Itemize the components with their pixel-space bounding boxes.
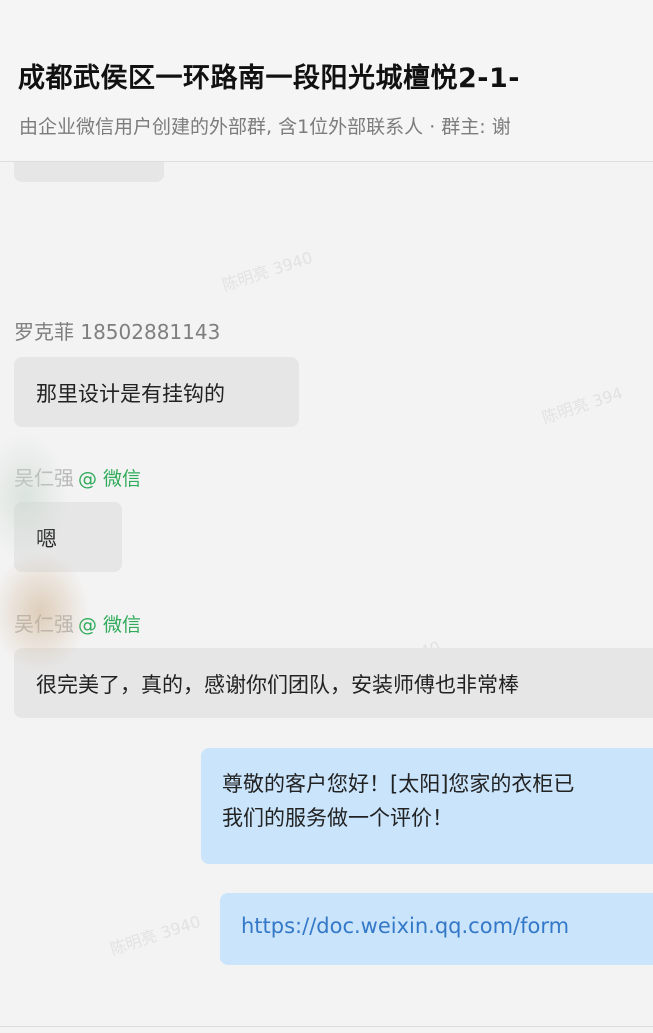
message-bubble[interactable]: 那里设计是有挂钩的: [14, 357, 299, 427]
group-subtitle: 由企业微信用户创建的外部群, 含1位外部联系人 · 群主: 谢: [19, 116, 511, 138]
message-text: 那里设计是有挂钩的: [36, 382, 225, 406]
wechat-tag: @ 微信: [78, 614, 142, 636]
wechat-tag: @ 微信: [78, 468, 142, 490]
message-text-line: 我们的服务做一个评价！: [222, 806, 453, 830]
outgoing-message-bubble[interactable]: 尊敬的客户您好！[太阳]您家的衣柜已 我们的服务做一个评价！: [201, 748, 653, 864]
message-list[interactable]: 陈明亮 3940 陈明亮 394 陈明亮 3940 40 罗克菲 1850288…: [0, 162, 653, 1033]
divider: [0, 1026, 653, 1027]
message-bubble[interactable]: 很完美了，真的，感谢你们团队，安装师傅也非常棒: [14, 648, 653, 718]
outgoing-link-bubble[interactable]: https://doc.weixin.qq.com/form: [220, 893, 653, 965]
message-text: 嗯: [36, 527, 57, 551]
message-text: 很完美了，真的，感谢你们团队，安装师傅也非常棒: [36, 673, 519, 697]
chat-header: 成都武侯区一环路南一段阳光城檀悦2-1- 由企业微信用户创建的外部群, 含1位外…: [0, 0, 653, 162]
message-text-line: 尊敬的客户您好！[太阳]您家的衣柜已: [222, 772, 575, 796]
message-link[interactable]: https://doc.weixin.qq.com/form: [241, 914, 569, 938]
sender-name: 吴仁强: [14, 466, 74, 490]
message-sender: 罗克菲 18502881143: [14, 320, 221, 344]
message-bubble[interactable]: 嗯: [14, 502, 122, 572]
sender-name: 吴仁强: [14, 612, 74, 636]
watermark: 陈明亮 394: [539, 383, 625, 428]
partial-message-bubble[interactable]: [14, 162, 164, 182]
watermark: 陈明亮 3940: [107, 911, 203, 959]
group-title[interactable]: 成都武侯区一环路南一段阳光城檀悦2-1-: [18, 56, 520, 95]
watermark: 陈明亮 3940: [219, 247, 315, 295]
message-sender: 吴仁强 @ 微信: [14, 462, 141, 491]
message-sender: 吴仁强 @ 微信: [14, 608, 141, 637]
